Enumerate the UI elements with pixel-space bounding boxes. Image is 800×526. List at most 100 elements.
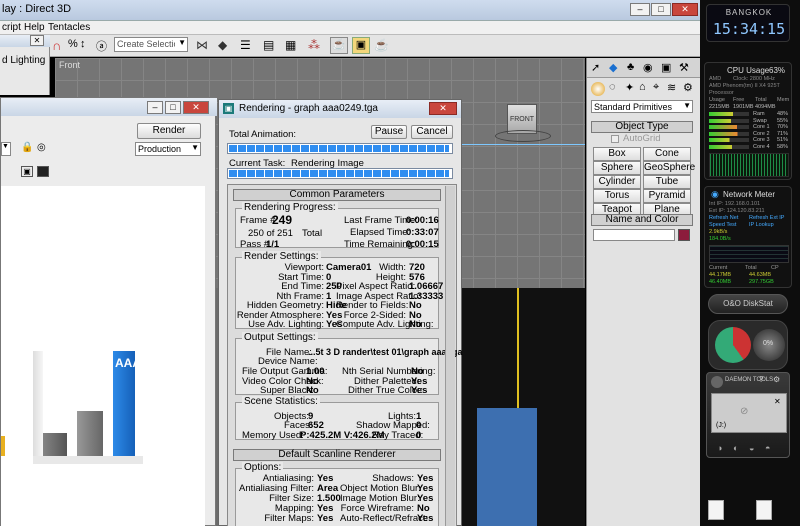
daemon-action-icon[interactable]: ◒ xyxy=(749,443,754,453)
common-params-bar[interactable]: Common Parameters xyxy=(233,189,441,201)
left-panel-item[interactable]: d Lighting xyxy=(2,55,45,66)
sphere-button[interactable]: Sphere xyxy=(593,161,641,175)
net-link[interactable]: IP Lookup xyxy=(749,222,774,228)
diskstat-gadget[interactable]: O&O DiskStat xyxy=(708,294,788,314)
spacewarps-icon[interactable]: ≋ xyxy=(667,81,676,94)
graphite-tools-icon[interactable]: ▤ xyxy=(263,38,274,52)
hierarchy-tab-icon[interactable]: ♣ xyxy=(627,61,634,73)
layer-manager-icon[interactable]: ☰ xyxy=(240,38,251,52)
eject-icon[interactable]: ✕ xyxy=(774,397,781,406)
diskstat-title: O&O DiskStat xyxy=(723,299,773,308)
net-col: Current xyxy=(709,265,728,271)
net-link[interactable]: Speed Test xyxy=(709,222,736,228)
torus-button[interactable]: Torus xyxy=(593,189,641,203)
cylinder-button[interactable]: Cylinder xyxy=(593,175,641,189)
viewport-label[interactable]: Front xyxy=(59,60,80,70)
daemon-action-icon[interactable]: ◓ xyxy=(765,443,770,453)
desktop-file-icon[interactable] xyxy=(708,500,724,520)
settings-row: Nth Frame: xyxy=(276,290,324,302)
daemon-action-icon[interactable]: ◐ xyxy=(733,443,738,453)
pause-button[interactable]: Pause xyxy=(371,125,407,139)
cone-button[interactable]: Cone xyxy=(643,147,691,161)
settings-icon[interactable]: ⚙ xyxy=(773,375,780,384)
render-setup-small-dropdown[interactable]: ▼ xyxy=(1,142,11,156)
object-type-bar[interactable]: Object Type xyxy=(591,121,693,133)
rendering-title-bar: ▣ Rendering - graph aaa0249.tga ✕ xyxy=(219,100,461,118)
options-group-title: Options: xyxy=(242,462,284,473)
scanline-bar[interactable]: Default Scanline Renderer xyxy=(233,449,441,461)
tube-button[interactable]: Tube xyxy=(643,175,691,189)
helpers-icon[interactable]: ⌖ xyxy=(653,81,659,94)
name-color-title: Name and Color xyxy=(605,214,679,225)
minimize-button[interactable]: ‒ xyxy=(630,3,650,16)
render-production-icon[interactable]: ☕ xyxy=(374,38,389,52)
net-link[interactable]: Refresh Ext IP xyxy=(749,215,784,221)
curve-editor-icon[interactable]: ▦ xyxy=(285,38,296,52)
options-value: No xyxy=(417,503,430,514)
rendering-close-button[interactable]: ✕ xyxy=(429,102,457,115)
render-setup-maximize[interactable]: □ xyxy=(165,101,181,114)
chart-bar-2 xyxy=(77,411,103,458)
render-setup-minimize[interactable]: – xyxy=(147,101,163,114)
preset-dropdown[interactable]: Production ▼ xyxy=(135,142,201,156)
scrollbar[interactable] xyxy=(445,186,455,526)
name-color-bar[interactable]: Name and Color xyxy=(591,214,693,226)
box-button[interactable]: Box xyxy=(593,147,641,161)
render-setup-icon[interactable]: ☕ xyxy=(330,37,348,54)
autogrid-checkbox[interactable] xyxy=(611,135,619,143)
magnet-icon[interactable]: ∩ xyxy=(52,38,61,53)
primitives-dropdown[interactable]: Standard Primitives ▼ xyxy=(591,100,693,113)
network-gadget[interactable]: ◉ Network Meter Int IP: 192.168.0.101 Ex… xyxy=(704,186,792,288)
channel-icon[interactable]: ▣ xyxy=(21,166,33,177)
pyramid-button[interactable]: Pyramid xyxy=(643,189,691,203)
help-icon[interactable]: ? xyxy=(759,375,763,384)
systems-icon[interactable]: ⚙ xyxy=(683,81,693,94)
left-panel-close[interactable]: ✕ xyxy=(30,35,44,46)
spinner-snap-icon[interactable]: ↕ xyxy=(80,38,86,50)
clock-gadget[interactable]: BANGKOK 15:34:15 xyxy=(706,4,790,42)
camera-icon[interactable]: ◎ xyxy=(37,142,46,153)
net-rate: 184.0B/s xyxy=(709,236,731,242)
display-icon[interactable] xyxy=(37,166,49,177)
motion-tab-icon[interactable]: ◉ xyxy=(643,61,653,74)
color-swatch[interactable] xyxy=(678,229,690,241)
object-name-field[interactable] xyxy=(593,229,675,241)
maximize-button[interactable]: □ xyxy=(651,3,671,16)
cameras-icon[interactable]: ⌂ xyxy=(639,81,646,93)
edit-named-sets-icon[interactable]: ⓐ xyxy=(96,38,107,54)
output-value: No xyxy=(306,385,319,396)
gauge-red xyxy=(715,327,751,363)
cpu-gadget[interactable]: CPU Usage 63% AMD Clock: 2800 MHz AMD Ph… xyxy=(704,62,792,180)
create-tab-icon[interactable]: ➚ xyxy=(591,61,600,74)
desktop-file-icon[interactable] xyxy=(756,500,772,520)
lights-icon[interactable]: ✦ xyxy=(625,81,634,94)
cancel-button[interactable]: Cancel xyxy=(411,125,453,139)
render-setup-close[interactable]: ✕ xyxy=(183,101,209,114)
material-editor-icon[interactable]: ⁂ xyxy=(308,38,320,52)
shapes-icon[interactable]: ◌ xyxy=(609,81,616,93)
gauge-gadget[interactable]: 0% xyxy=(708,320,788,370)
render-button[interactable]: Render xyxy=(137,123,201,139)
net-link[interactable]: Refresh Net xyxy=(709,215,738,221)
geometry-icon[interactable] xyxy=(591,82,605,96)
daemon-action-icon[interactable]: ◑ xyxy=(717,443,722,453)
cpu-line: AMD Phenom(tm) II X4 925T xyxy=(709,83,780,89)
menu-item-help[interactable]: Help xyxy=(24,22,45,33)
align-icon[interactable]: ◆ xyxy=(218,38,227,52)
modify-tab-icon[interactable]: ◆ xyxy=(609,61,617,74)
close-button[interactable]: ✕ xyxy=(672,3,698,16)
lock-icon[interactable]: 🔒 xyxy=(21,142,33,153)
daemon-drive-area[interactable]: ⊘ ✕ (J:) xyxy=(711,393,787,433)
remaining-label: Time Remaining: xyxy=(344,239,416,250)
menu-item-script[interactable]: cript xyxy=(2,22,21,33)
geosphere-button[interactable]: GeoSphere xyxy=(643,161,695,175)
snap-percent-icon[interactable]: % xyxy=(68,38,78,50)
display-tab-icon[interactable]: ▣ xyxy=(661,61,671,74)
utilities-tab-icon[interactable]: ⚒ xyxy=(679,61,689,74)
daemon-tools-gadget[interactable]: DAEMON TOOLS ? ⚙ ⊘ ✕ (J:) ◑ ◐ ◒ ◓ xyxy=(706,372,790,458)
selection-set-dropdown[interactable]: Create Selection Set ▼ xyxy=(114,37,188,52)
mirror-icon[interactable]: ⋈ xyxy=(196,38,208,52)
menu-item-tentacles[interactable]: Tentacles xyxy=(48,22,90,33)
cpu-pct: 63% xyxy=(769,66,786,75)
rendered-frame-icon[interactable]: ▣ xyxy=(352,37,370,54)
